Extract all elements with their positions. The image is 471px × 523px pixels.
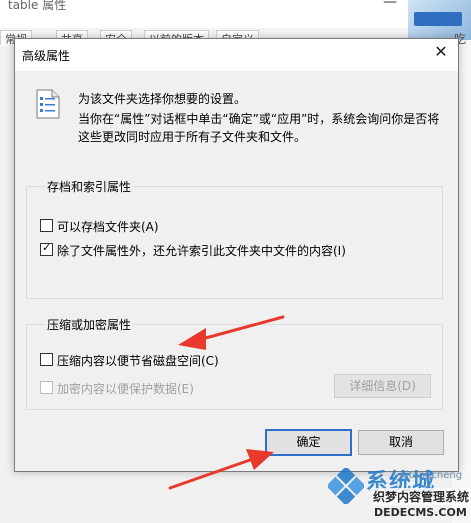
details-button: 详细信息(D) [334, 374, 431, 398]
watermark-caption: 织梦内容管理系统 [372, 488, 471, 505]
close-icon[interactable]: ✕ [429, 41, 453, 63]
watermark-domain: xitongcheng [400, 470, 463, 481]
watermark-site: DEDECMS.COM [374, 506, 467, 519]
compress-checkbox[interactable] [40, 353, 53, 366]
encrypt-checkbox-label: 加密内容以便保护数据(E) [57, 382, 194, 396]
archive-checkbox-label: 可以存档文件夹(A) [57, 220, 159, 234]
compress-checkbox-label: 压缩内容以便节省磁盘空间(C) [57, 354, 219, 368]
background-window-title: table 属性 [8, 0, 67, 12]
index-checkbox-label: 除了文件属性外，还允许索引此文件夹中文件的内容(I) [57, 244, 346, 258]
archive-index-group: 存档和索引属性 可以存档文件夹(A) ✓ 除了文件属性外，还允许索引此文件夹中文… [26, 178, 443, 299]
background-close-icon[interactable]: — [383, 0, 397, 10]
document-settings-icon [36, 89, 60, 119]
ok-button[interactable]: 确定 [265, 429, 352, 456]
info-text-heading: 为该文件夹选择你想要的设置。 [78, 92, 247, 106]
advanced-attributes-dialog: 高级属性 ✕ 为该文件夹选择你想要的设置。 当你在“属性”对话框中单击“确定”或… [14, 38, 459, 472]
cancel-button[interactable]: 取消 [358, 430, 444, 455]
encrypt-checkbox [40, 381, 53, 394]
compress-encrypt-group-title: 压缩或加密属性 [45, 316, 134, 333]
archive-checkbox[interactable] [40, 219, 53, 232]
checkmark-icon: ✓ [42, 241, 52, 254]
windows-logo-icon [328, 468, 364, 504]
dialog-title: 高级属性 [22, 49, 71, 63]
index-checkbox[interactable]: ✓ [40, 241, 53, 256]
archive-index-group-title: 存档和索引属性 [45, 178, 134, 195]
info-text-description: 当你在“属性”对话框中单击“确定”或“应用”时，系统会询问你是否将这些更改同时应… [78, 112, 440, 144]
background-window-titlebar: table 属性 — [0, 0, 471, 31]
watermark: 系统城 xitongcheng 织梦内容管理系统 DEDECMS.COM [328, 462, 471, 523]
screenshot: table 属性 — 常规 共享 安全 以前的版本 自定义 吃 高级属性 ✕ 为… [0, 0, 471, 523]
